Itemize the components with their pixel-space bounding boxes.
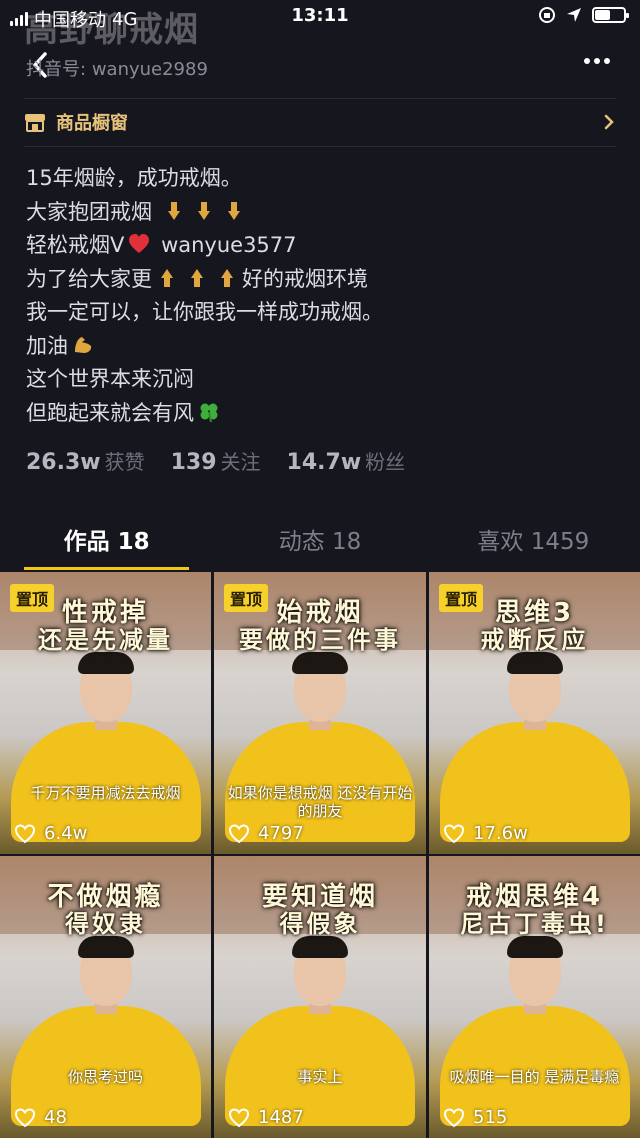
video-likes: 17.6w <box>443 823 528 844</box>
video-likes: 4797 <box>228 823 304 844</box>
video-card[interactable]: 置顶 始戒烟 要做的三件事 如果你是想戒烟 还没有开始的朋友 4797 <box>214 572 426 854</box>
battery-icon <box>592 7 629 23</box>
video-card[interactable]: 置顶 思维3 戒断反应 17.6w <box>429 572 640 854</box>
bio-text: 大家抱团戒烟 <box>26 199 152 224</box>
video-likes: 515 <box>443 1107 507 1128</box>
heart-outline-icon <box>443 1107 465 1127</box>
tab-works[interactable]: 作品 18 <box>0 522 213 570</box>
pointing-down-hand-icon <box>167 201 180 220</box>
pointing-up-hand-icon <box>191 268 203 287</box>
bio-text: 但跑起来就会有风 <box>26 400 194 425</box>
video-subtitle: 千万不要用减法去戒烟 <box>30 784 181 802</box>
video-caption-subtitle: 尼古丁毒虫! <box>460 910 609 938</box>
video-card[interactable]: 戒烟思维4 尼古丁毒虫! 吸烟唯一目的 是满足毒瘾 515 <box>429 856 640 1138</box>
shop-icon <box>25 114 45 132</box>
divider <box>24 146 616 147</box>
video-likes: 48 <box>14 1107 67 1128</box>
profile-bio: 15年烟龄，成功戒烟。 大家抱团戒烟 轻松戒烟V wanyue3577 为了给大… <box>26 162 616 430</box>
video-likes: 6.4w <box>14 823 87 844</box>
video-caption-subtitle: 要做的三件事 <box>239 626 401 654</box>
bio-line: 大家抱团戒烟 <box>26 196 616 230</box>
video-likes: 1487 <box>228 1107 304 1128</box>
stat-followers-label: 粉丝 <box>365 450 406 474</box>
video-caption-subtitle: 还是先减量 <box>38 626 173 654</box>
stat-following-number: 139 <box>170 450 217 475</box>
pointing-up-hand-icon <box>221 268 233 287</box>
bio-text: 轻松戒烟V <box>26 233 125 257</box>
video-card[interactable]: 要知道烟 得假象 事实上 1487 <box>214 856 426 1138</box>
red-heart-icon <box>129 234 150 253</box>
heart-outline-icon <box>14 823 36 843</box>
video-likes-count: 515 <box>473 1107 508 1128</box>
heart-outline-icon <box>228 823 250 843</box>
chevron-right-icon <box>604 114 614 130</box>
tab-moments[interactable]: 动态 18 <box>213 522 426 570</box>
douyin-id-value: wanyue2989 <box>91 59 208 80</box>
stat-following-label: 关注 <box>220 450 261 474</box>
location-icon <box>567 8 581 22</box>
video-subtitle: 事实上 <box>297 1068 343 1086</box>
douyin-id-label: 抖音号: <box>26 59 87 80</box>
bio-line: 15年烟龄，成功戒烟。 <box>26 166 242 190</box>
video-caption-subtitle: 戒断反应 <box>480 626 589 654</box>
content-tabs: 作品 18 动态 18 喜欢 1459 <box>0 522 640 570</box>
bio-line: 加油 <box>26 330 616 364</box>
divider <box>24 98 616 99</box>
video-subtitle: 你思考过吗 <box>67 1068 143 1086</box>
bio-text: 加油 <box>26 333 68 358</box>
four-leaf-clover-icon <box>200 403 218 422</box>
video-card[interactable]: 置顶 性戒掉 还是先减量 千万不要用减法去戒烟 6.4w <box>0 572 211 854</box>
douyin-id: 抖音号: wanyue2989 <box>26 55 208 81</box>
bio-line: 但跑起来就会有风 <box>26 397 616 431</box>
video-likes-count: 48 <box>44 1107 67 1128</box>
video-grid: 置顶 性戒掉 还是先减量 千万不要用减法去戒烟 6.4w 置顶 始戒烟 要做的三… <box>0 572 640 1138</box>
bio-line: 我一定可以，让你跟我一样成功戒烟。 <box>26 300 383 324</box>
bio-text: 为了给大家更 <box>26 266 152 291</box>
profile-name: 高野聊戒烟 <box>24 10 199 50</box>
pointing-down-hand-icon <box>227 201 240 220</box>
bio-line: 这个世界本来沉闷 <box>26 367 194 391</box>
orientation-lock-icon <box>539 7 555 23</box>
store-window-label: 商品橱窗 <box>56 113 128 134</box>
profile-stats: 26.3w 获赞 139 关注 14.7w 粉丝 <box>26 446 405 475</box>
stat-likes: 26.3w 获赞 <box>26 446 145 475</box>
bio-text: 好的戒烟环境 <box>242 266 368 291</box>
flexed-biceps-icon <box>75 336 92 353</box>
heart-outline-icon <box>14 1107 36 1127</box>
store-window-row[interactable]: 商品橱窗 <box>24 100 616 144</box>
stat-likes-number: 26.3w <box>26 450 101 475</box>
pointing-down-hand-icon <box>197 201 210 220</box>
stat-likes-label: 获赞 <box>104 450 145 474</box>
heart-outline-icon <box>228 1107 250 1127</box>
video-likes-count: 4797 <box>258 823 304 844</box>
heart-outline-icon <box>443 823 465 843</box>
bio-line: 轻松戒烟V wanyue3577 <box>26 229 616 263</box>
video-likes-count: 6.4w <box>44 823 88 844</box>
more-button[interactable] <box>584 58 610 64</box>
bio-line: 为了给大家更 好的戒烟环境 <box>26 263 616 297</box>
video-subtitle: 吸烟唯一目的 是满足毒瘾 <box>449 1068 620 1086</box>
tab-favorites[interactable]: 喜欢 1459 <box>427 522 640 570</box>
stat-following[interactable]: 139 关注 <box>171 446 261 475</box>
pointing-up-hand-icon <box>161 268 173 287</box>
stat-followers[interactable]: 14.7w 粉丝 <box>287 446 406 475</box>
stat-followers-number: 14.7w <box>286 450 362 475</box>
bio-text: wanyue3577 <box>161 233 297 257</box>
video-likes-count: 17.6w <box>473 823 528 844</box>
video-subtitle: 如果你是想戒烟 还没有开始的朋友 <box>227 784 413 820</box>
video-likes-count: 1487 <box>258 1107 304 1128</box>
video-caption-subtitle: 得假象 <box>279 910 361 938</box>
video-card[interactable]: 不做烟瘾 得奴隶 你思考过吗 48 <box>0 856 211 1138</box>
video-caption-subtitle: 得奴隶 <box>65 910 146 938</box>
